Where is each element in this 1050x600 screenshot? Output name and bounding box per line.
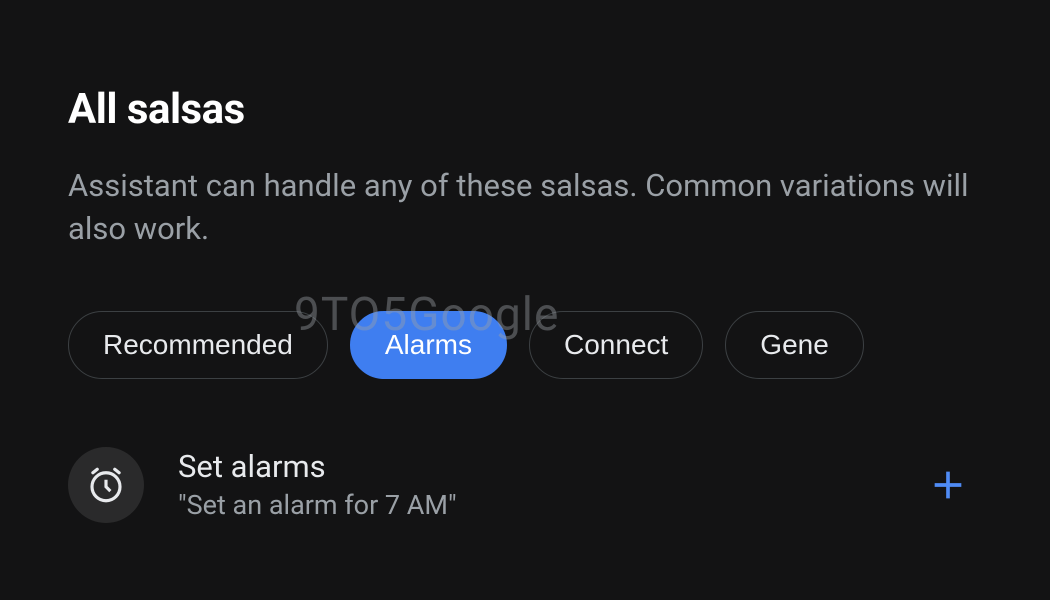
chip-general[interactable]: Gene (725, 311, 864, 379)
chip-alarms[interactable]: Alarms (350, 311, 507, 379)
page-title: All salsas (68, 85, 982, 134)
category-chips-row: Recommended Alarms Connect Gene (68, 311, 982, 379)
add-button[interactable] (924, 461, 972, 509)
list-item[interactable]: Set alarms "Set an alarm for 7 AM" (68, 447, 982, 523)
page-description: Assistant can handle any of these salsas… (68, 164, 982, 251)
list-item-title: Set alarms (178, 448, 890, 485)
list-item-text: Set alarms "Set an alarm for 7 AM" (178, 448, 890, 521)
chip-connect[interactable]: Connect (529, 311, 703, 379)
chip-recommended[interactable]: Recommended (68, 311, 328, 379)
list-item-subtitle: "Set an alarm for 7 AM" (178, 489, 890, 521)
settings-panel: All salsas Assistant can handle any of t… (0, 0, 1050, 523)
plus-icon (928, 465, 968, 505)
alarm-icon (68, 447, 144, 523)
